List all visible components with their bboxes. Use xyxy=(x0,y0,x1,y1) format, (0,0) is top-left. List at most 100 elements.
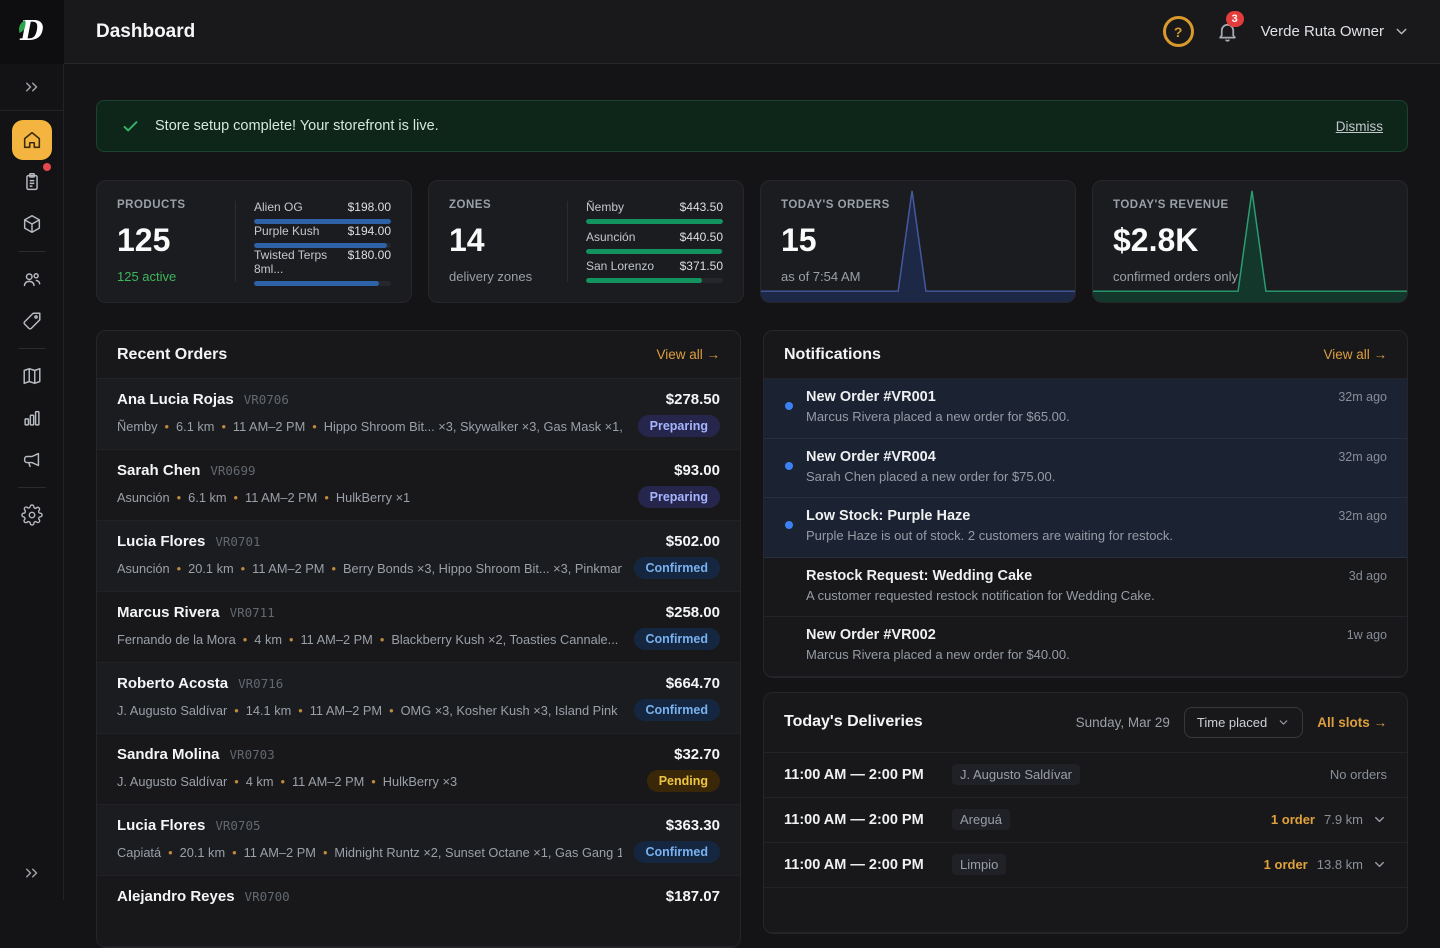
order-details: Ñemby6.1 km11 AM–2 PMHippo Shroom Bit...… xyxy=(117,419,626,434)
progress-fill xyxy=(586,278,702,283)
slot-distance: 7.9 km xyxy=(1324,812,1363,827)
order-row[interactable]: Sandra MolinaVR0703$32.70 J. Augusto Sal… xyxy=(97,734,740,805)
clipboard-icon xyxy=(21,171,43,193)
progress-track xyxy=(586,278,723,283)
item-value: $371.50 xyxy=(680,259,723,273)
stat-value: $2.8K xyxy=(1113,224,1387,256)
notification-time: 3d ago xyxy=(1349,569,1387,583)
notification-title: New Order #VR002 xyxy=(806,627,936,643)
divider xyxy=(235,201,236,282)
app-logo: D xyxy=(0,0,64,64)
item-name: Purple Kush xyxy=(254,224,319,238)
status-badge: Confirmed xyxy=(634,699,721,721)
stat-sub: confirmed orders only xyxy=(1113,269,1387,284)
divider xyxy=(567,201,568,282)
sidebar-item-settings[interactable] xyxy=(12,495,52,535)
order-code: VR0716 xyxy=(238,676,283,691)
recent-orders-panel: Recent Orders View all → Ana Lucia Rojas… xyxy=(96,330,741,948)
panel-title: Today's Deliveries xyxy=(784,713,923,731)
notification-title: New Order #VR004 xyxy=(806,449,936,465)
sidebar-item-marketing[interactable] xyxy=(12,440,52,480)
notification-time: 1w ago xyxy=(1347,628,1387,642)
delivery-slot-list: 11:00 AM — 2:00 PM J. Augusto Saldívar N… xyxy=(764,753,1407,933)
sidebar-item-analytics[interactable] xyxy=(12,398,52,438)
notification-item[interactable]: Restock Request: Wedding Cake3d ago A cu… xyxy=(764,558,1407,618)
user-menu[interactable]: Verde Ruta Owner xyxy=(1261,23,1410,40)
order-row[interactable]: Lucia FloresVR0701$502.00 Asunción20.1 k… xyxy=(97,521,740,592)
stat-card-todays-orders: TODAY'S ORDERS 15 as of 7:54 AM xyxy=(760,180,1076,303)
sidebar-item-discounts[interactable] xyxy=(12,301,52,341)
users-icon xyxy=(21,268,43,290)
top-zone-item: Ñemby$443.50 xyxy=(586,200,723,224)
order-code: VR0700 xyxy=(245,889,290,904)
order-details: J. Augusto Saldívar14.1 km11 AM–2 PMOMG … xyxy=(117,703,622,718)
delivery-slot-row[interactable]: 11:00 AM — 2:00 PM Limpio 1 order 13.8 k… xyxy=(764,843,1407,888)
order-details: Asunción20.1 km11 AM–2 PMBerry Bonds ×3,… xyxy=(117,561,622,576)
deliveries-date: Sunday, Mar 29 xyxy=(1076,715,1170,730)
order-row[interactable]: Sarah ChenVR0699$93.00 Asunción6.1 km11 … xyxy=(97,450,740,521)
dismiss-button[interactable]: Dismiss xyxy=(1336,119,1383,134)
stats-row: PRODUCTS 125 125 active Alien OG$198.00 … xyxy=(96,180,1408,303)
right-column: Notifications View all → New Order #VR00… xyxy=(763,330,1408,934)
order-price: $258.00 xyxy=(666,604,720,621)
sidebar-divider xyxy=(18,251,46,252)
sidebar-expand-toggle[interactable] xyxy=(0,64,63,111)
stat-label: ZONES xyxy=(449,199,555,211)
chevron-down-icon[interactable] xyxy=(1372,812,1387,827)
stat-value: 15 xyxy=(781,224,1055,256)
notification-item[interactable]: New Order #VR0021w ago Marcus Rivera pla… xyxy=(764,617,1407,677)
view-all-notifications-link[interactable]: View all → xyxy=(1323,347,1387,362)
order-details: Capiatá20.1 km11 AM–2 PMMidnight Runtz ×… xyxy=(117,845,622,860)
sidebar-expand-toggle-bottom[interactable] xyxy=(0,849,63,896)
notification-item[interactable]: Low Stock: Purple Haze32m ago Purple Haz… xyxy=(764,498,1407,558)
notification-item[interactable]: New Order #VR00132m ago Marcus Rivera pl… xyxy=(764,379,1407,439)
notification-body: A customer requested restock notificatio… xyxy=(806,588,1387,603)
sidebar-item-zones[interactable] xyxy=(12,356,52,396)
chevron-down-icon[interactable] xyxy=(1372,857,1387,872)
order-details: Asunción6.1 km11 AM–2 PMHulkBerry ×1 xyxy=(117,490,626,505)
order-row[interactable]: Roberto AcostaVR0716$664.70 J. Augusto S… xyxy=(97,663,740,734)
sidebar-item-customers[interactable] xyxy=(12,259,52,299)
order-list: Ana Lucia RojasVR0706$278.50 Ñemby6.1 km… xyxy=(97,379,740,947)
check-icon xyxy=(121,117,140,136)
sort-dropdown[interactable]: Time placed xyxy=(1184,707,1303,738)
status-badge: Preparing xyxy=(638,415,720,437)
item-name: Ñemby xyxy=(586,200,624,214)
order-row[interactable]: Lucia FloresVR0705$363.30 Capiatá20.1 km… xyxy=(97,805,740,876)
order-code: VR0705 xyxy=(215,818,260,833)
delivery-slot-row[interactable]: 11:00 AM — 2:00 PM Areguá 1 order 7.9 km xyxy=(764,798,1407,843)
help-icon[interactable] xyxy=(1163,16,1194,47)
customer-name: Ana Lucia Rojas xyxy=(117,391,234,408)
home-icon xyxy=(21,129,43,151)
delivery-slot-row[interactable]: 11:00 AM — 2:00 PM J. Augusto Saldívar N… xyxy=(764,753,1407,798)
sidebar-item-products[interactable] xyxy=(12,204,52,244)
progress-track xyxy=(586,219,723,224)
stat-sub: delivery zones xyxy=(449,269,555,284)
sidebar-item-orders[interactable] xyxy=(12,162,52,202)
unread-dot xyxy=(785,462,793,470)
notification-body: Marcus Rivera placed a new order for $65… xyxy=(806,409,1387,424)
sidebar-nav xyxy=(0,111,63,535)
order-row[interactable]: Alejandro ReyesVR0700$187.07 xyxy=(97,876,740,947)
notification-time: 32m ago xyxy=(1338,390,1387,404)
order-row[interactable]: Ana Lucia RojasVR0706$278.50 Ñemby6.1 km… xyxy=(97,379,740,450)
sidebar-item-home[interactable] xyxy=(12,120,52,160)
unread-dot xyxy=(785,521,793,529)
item-value: $440.50 xyxy=(680,230,723,244)
order-row[interactable]: Marcus RiveraVR0711$258.00 Fernando de l… xyxy=(97,592,740,663)
chevrons-right-icon xyxy=(23,78,41,96)
progress-fill xyxy=(586,249,722,254)
status-badge: Preparing xyxy=(638,486,720,508)
success-banner: Store setup complete! Your storefront is… xyxy=(96,100,1408,152)
notification-item[interactable]: New Order #VR00432m ago Sarah Chen place… xyxy=(764,439,1407,499)
top-product-item: Purple Kush$194.00 xyxy=(254,224,391,248)
notifications-bell-button[interactable]: 3 xyxy=(1214,18,1241,45)
view-all-orders-link[interactable]: View all → xyxy=(656,347,720,362)
status-badge: Confirmed xyxy=(634,557,721,579)
customer-name: Marcus Rivera xyxy=(117,604,220,621)
status-badge: Confirmed xyxy=(634,628,721,650)
tag-icon xyxy=(21,310,43,332)
delivery-slot-row[interactable] xyxy=(764,888,1407,933)
all-slots-link[interactable]: All slots → xyxy=(1317,715,1387,730)
cube-icon xyxy=(21,213,43,235)
